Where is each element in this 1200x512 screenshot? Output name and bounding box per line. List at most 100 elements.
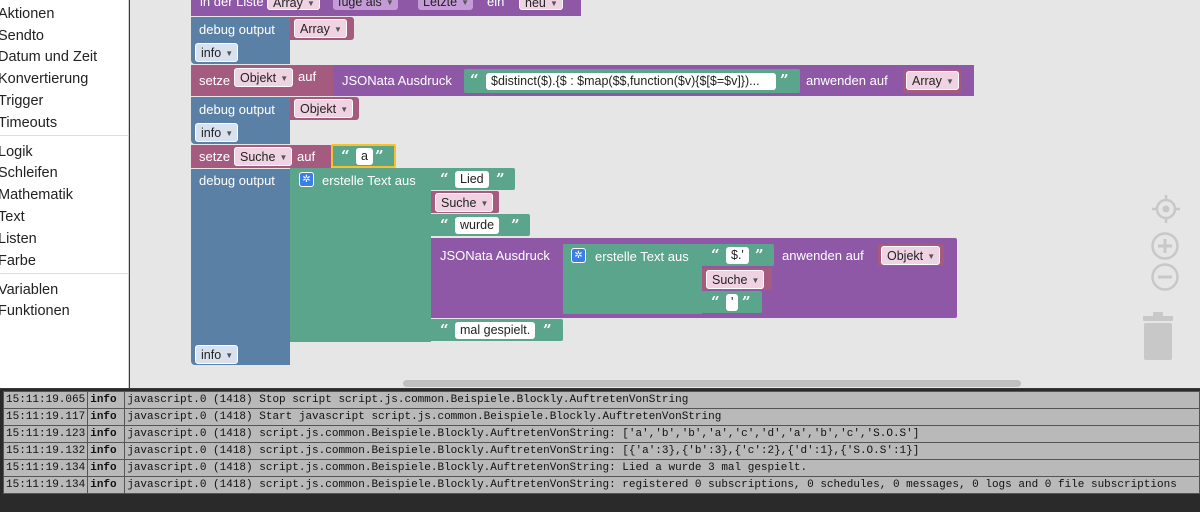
variable-get-block[interactable]: Objekt ▼ — [878, 244, 944, 266]
list-insert-block[interactable]: in der Liste Array ▼ füge als ▼ Letzte ▼ ei… — [191, 0, 581, 16]
variable-get-block[interactable]: Array ▼ — [290, 17, 354, 40]
text-block[interactable]: “ $distinct($).{$ : $map($$,function($v)… — [464, 69, 800, 93]
setze-label: setze — [199, 149, 231, 164]
auf-label: auf — [297, 149, 316, 164]
trash-icon[interactable] — [1139, 310, 1177, 362]
variable-dropdown[interactable]: Objekt ▼ — [294, 99, 354, 118]
text-field[interactable]: mal gespielt. — [455, 322, 536, 339]
jsonata-label: JSONata Ausdruck — [440, 248, 550, 263]
variable-get-block[interactable]: Array ▼ — [903, 69, 961, 93]
chevron-down-icon: ▼ — [461, 0, 470, 7]
chevron-down-icon: ▼ — [751, 276, 760, 285]
variable-set-block[interactable]: setze Objekt ▼ auf — [191, 65, 333, 96]
insert-position-dropdown[interactable]: Letzte ▼ — [418, 0, 474, 10]
category-mathematik[interactable]: Mathematik — [0, 186, 73, 204]
log-message: javascript.0 (1418) Stop script script.j… — [124, 391, 1200, 409]
category-text[interactable]: Text — [0, 208, 25, 226]
open-quote-icon: “ — [440, 321, 449, 339]
debug-output-block[interactable]: debug output info ▼ — [191, 17, 290, 64]
list-insert-label: in der Liste — [200, 0, 264, 9]
log-row: 15:11:19.134 info javascript.0 (1418) scri… — [2, 476, 1200, 494]
chevron-down-icon: ▼ — [385, 0, 394, 7]
log-time: 15:11:19.065 — [2, 391, 89, 409]
create-text-block[interactable]: ✲ erstelle Text aus — [563, 244, 702, 314]
variable-dropdown[interactable]: Suche ▼ — [234, 147, 293, 166]
category-funktionen[interactable]: Funktionen — [0, 302, 70, 320]
open-quote-icon: “ — [341, 147, 350, 165]
text-block[interactable]: “ wurde ” — [431, 214, 530, 236]
create-text-block[interactable]: ✲ erstelle Text aus — [290, 168, 431, 342]
category-logik[interactable]: Logik — [0, 143, 33, 161]
log-table: 15:11:19.065 info javascript.0 (1418) Stop… — [2, 391, 1200, 494]
variable-dropdown[interactable]: Suche ▼ — [706, 270, 765, 289]
variable-dropdown[interactable]: Suche ▼ — [435, 193, 494, 212]
text-field[interactable]: Lied — [455, 171, 489, 188]
category-schleifen[interactable]: Schleifen — [0, 164, 58, 182]
close-quote-icon: ” — [780, 71, 789, 89]
plus-icon[interactable] — [1150, 231, 1180, 261]
category-listen[interactable]: Listen — [0, 230, 37, 248]
minus-icon[interactable] — [1150, 262, 1180, 292]
log-time: 15:11:19.132 — [2, 442, 89, 460]
category-timeouts[interactable]: Timeouts — [0, 114, 57, 132]
log-level: info — [87, 459, 126, 477]
text-field[interactable]: $distinct($).{$ : $map($$,function($v){$… — [486, 73, 776, 90]
variable-get-block[interactable]: Suche ▼ — [702, 268, 772, 290]
log-message: javascript.0 (1418) Start javascript scr… — [124, 408, 1200, 426]
text-field[interactable]: ' — [726, 294, 739, 311]
variable-dropdown[interactable]: Objekt ▼ — [234, 68, 294, 87]
log-level: info — [87, 442, 126, 460]
category-farbe[interactable]: Farbe — [0, 252, 36, 270]
variable-dropdown[interactable]: Objekt ▼ — [881, 246, 941, 265]
text-field[interactable]: wurde — [455, 217, 500, 234]
text-block[interactable]: “ $.' ” — [702, 244, 774, 266]
horizontal-scrollbar[interactable] — [403, 380, 1021, 387]
log-row: 15:11:19.123 info javascript.0 (1418) scri… — [2, 425, 1200, 443]
new-value-dropdown[interactable]: neu ▼ — [519, 0, 563, 10]
text-block[interactable]: “ Lied ” — [431, 168, 515, 190]
log-row: 15:11:19.065 info javascript.0 (1418) Stop… — [2, 391, 1200, 409]
log-level-dropdown[interactable]: info ▼ — [195, 123, 239, 142]
variable-get-block[interactable]: Suche ▼ — [431, 191, 499, 213]
log-time: 15:11:19.134 — [2, 476, 89, 494]
category-trigger[interactable]: Trigger — [0, 92, 43, 110]
text-block-selected[interactable]: “ a ” — [331, 144, 396, 168]
category-datum-und-zeit[interactable]: Datum und Zeit — [0, 48, 97, 66]
text-block[interactable]: “ mal gespielt. ” — [431, 319, 563, 341]
close-quote-icon: ” — [496, 170, 505, 188]
log-level-dropdown[interactable]: info ▼ — [195, 43, 239, 62]
list-insert-ein-label: ein — [487, 0, 505, 9]
chevron-down-icon: ▼ — [279, 153, 288, 162]
variable-dropdown[interactable]: Array ▼ — [294, 19, 347, 38]
log-level-dropdown[interactable]: info ▼ — [195, 345, 239, 364]
debug-output-block[interactable]: debug output info ▼ — [191, 97, 290, 144]
text-field[interactable]: a — [356, 148, 373, 165]
category-sendto[interactable]: Sendto — [0, 27, 44, 45]
chevron-down-icon: ▼ — [333, 25, 342, 34]
list-variable-dropdown[interactable]: Array ▼ — [267, 0, 320, 10]
variable-get-block[interactable]: Objekt ▼ — [290, 97, 359, 120]
gear-icon[interactable]: ✲ — [299, 172, 314, 187]
insert-mode-dropdown[interactable]: füge als ▼ — [333, 0, 398, 10]
log-message: javascript.0 (1418) script.js.common.Bei… — [124, 442, 1200, 460]
close-quote-icon: ” — [742, 293, 751, 311]
category-konvertierung[interactable]: Konvertierung — [0, 70, 88, 88]
jsonata-label: JSONata Ausdruck — [342, 73, 452, 88]
close-quote-icon: ” — [511, 216, 520, 234]
setze-label: setze — [199, 73, 231, 88]
text-field[interactable]: $.' — [726, 247, 749, 264]
gear-icon[interactable]: ✲ — [571, 248, 586, 263]
chevron-down-icon: ▼ — [945, 77, 954, 86]
category-aktionen[interactable]: Aktionen — [0, 5, 54, 23]
debug-output-block[interactable]: debug output info ▼ — [191, 169, 290, 365]
chevron-down-icon: ▼ — [480, 199, 489, 208]
jsonata-block[interactable]: JSONata Ausdruck “ $distinct($).{$ : $ma… — [333, 65, 974, 96]
category-variablen[interactable]: Variablen — [0, 281, 58, 299]
log-level: info — [87, 391, 126, 409]
crosshair-icon[interactable] — [1150, 193, 1182, 225]
open-quote-icon: “ — [440, 216, 449, 234]
debug-output-label: debug output — [199, 22, 275, 37]
variable-dropdown[interactable]: Array ▼ — [906, 71, 959, 90]
text-block[interactable]: “ ' ” — [702, 291, 762, 313]
variable-set-block[interactable]: setze Suche ▼ auf — [191, 145, 331, 168]
